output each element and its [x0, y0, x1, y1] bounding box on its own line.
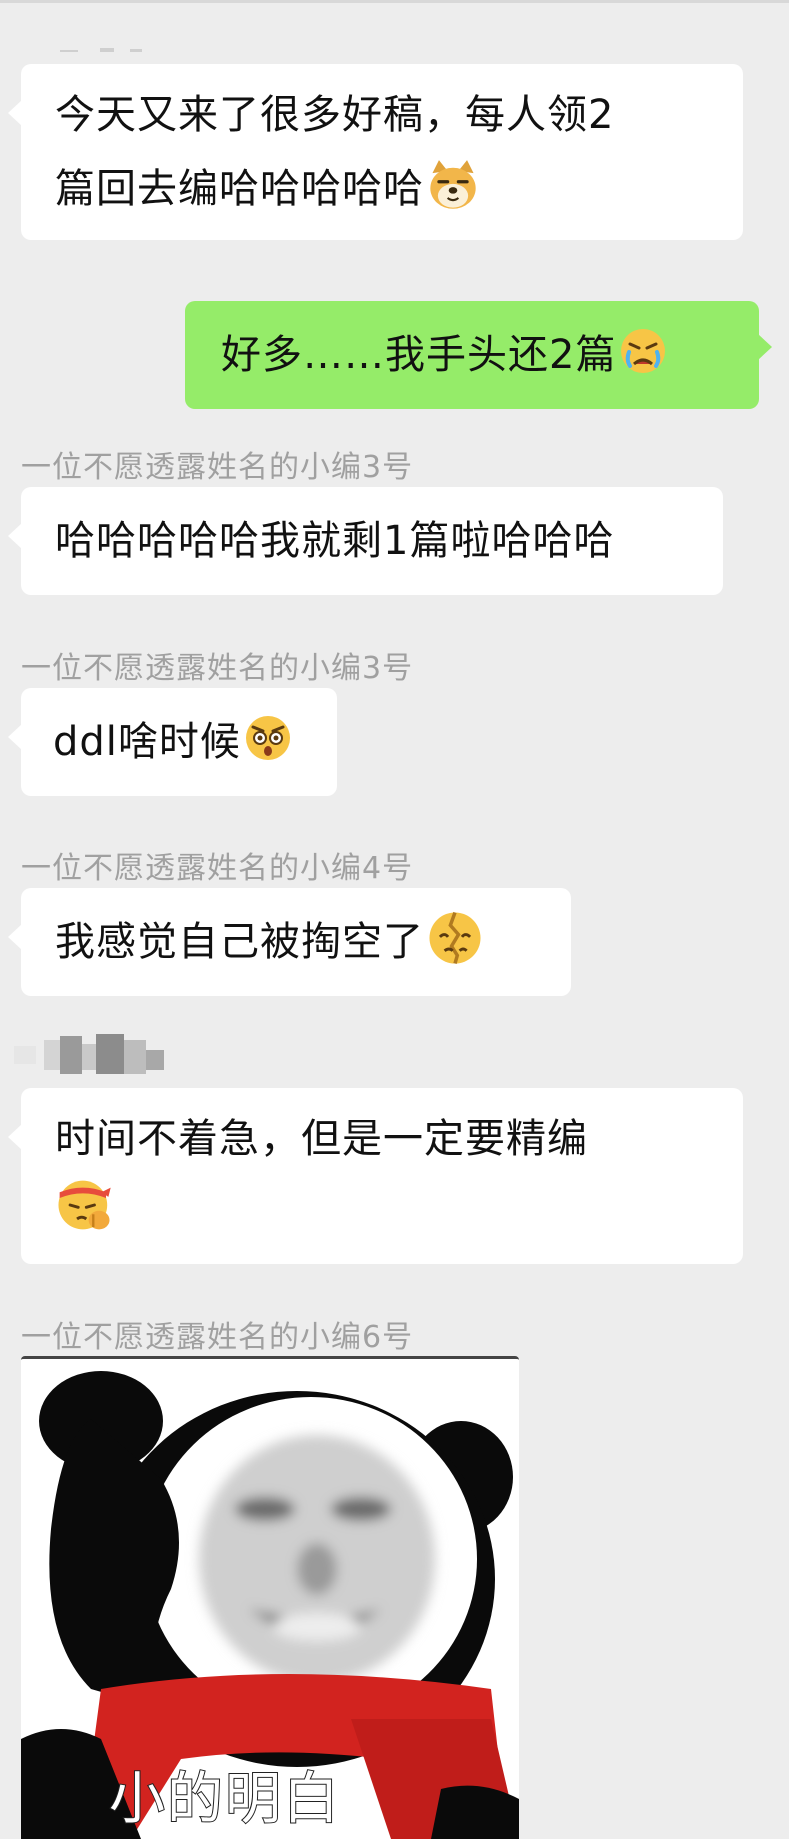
sender-name: 一位不愿透露姓名的小编6号: [21, 1320, 414, 1355]
message-bubble-3[interactable]: 哈哈哈哈哈我就剩1篇啦哈哈哈: [8, 487, 723, 595]
sticker-caption: 小的明白: [108, 1766, 341, 1833]
wide-eyed-emoji-icon: [245, 716, 290, 760]
message-text: 时间不着急，但是一定要精编: [55, 1116, 588, 1162]
message-text-line-1: 今天又来了很多好稿，每人领2: [55, 92, 615, 138]
message-text: 哈哈哈哈哈我就剩1篇啦哈哈哈: [55, 518, 615, 564]
doge-emoji-icon: [430, 160, 476, 209]
message-bubble-5[interactable]: 我感觉自己被掏空了: [8, 888, 571, 996]
headband-salute-emoji-icon: [58, 1180, 111, 1230]
message-text-line-2: 篇回去编哈哈哈哈哈: [55, 152, 709, 226]
message-emoji-line: [55, 1176, 709, 1250]
message-text: 我感觉自己被掏空了: [55, 919, 424, 965]
message-text: 好多……我手头还2篇: [221, 332, 617, 378]
crying-angry-emoji-icon: [621, 329, 666, 373]
broken-face-emoji-icon: [429, 911, 481, 964]
top-divider: [0, 0, 789, 3]
message-bubble-6[interactable]: 时间不着急，但是一定要精编: [8, 1088, 743, 1264]
cut-off-sender-name: [60, 48, 142, 52]
message-text-line-2-text: 篇回去编哈哈哈哈哈: [55, 166, 424, 212]
chat-view: 今天又来了很多好稿，每人领2 篇回去编哈哈哈哈哈 好多……我手头还2篇 一位不愿…: [0, 0, 789, 1839]
message-bubble-2[interactable]: 好多……我手头还2篇: [185, 301, 772, 409]
message-bubble-1[interactable]: 今天又来了很多好稿，每人领2 篇回去编哈哈哈哈哈: [8, 64, 743, 240]
sender-name: 一位不愿透露姓名的小编4号: [21, 851, 414, 886]
message-bubble-4[interactable]: ddl啥时候: [8, 688, 337, 796]
sender-name: 一位不愿透露姓名的小编3号: [21, 450, 414, 485]
message-text: ddl啥时候: [53, 719, 241, 765]
sender-name: 一位不愿透露姓名的小编3号: [21, 651, 414, 686]
blurred-sender-name: [14, 1034, 164, 1074]
panda-sticker[interactable]: 小的明白: [21, 1356, 519, 1839]
